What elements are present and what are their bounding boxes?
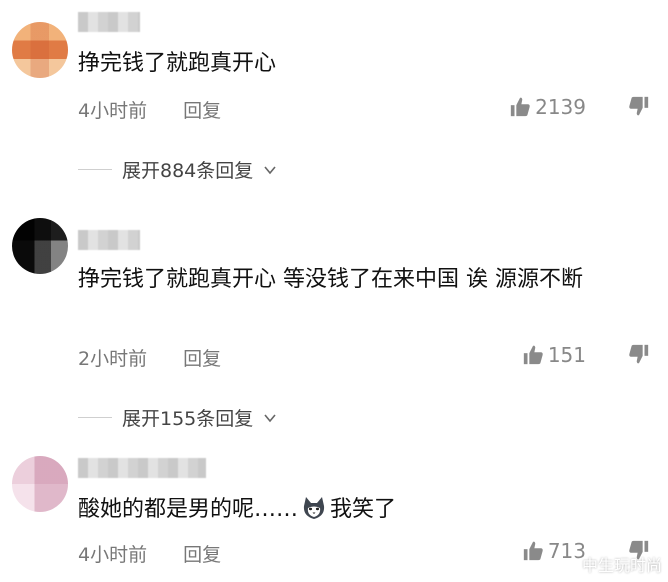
like-count: 2139: [535, 95, 586, 119]
username[interactable]: ██ ██: [78, 12, 140, 32]
comment-text: 挣完钱了就跑真开心 等没钱了在来中国 诶 源源不断: [78, 267, 583, 292]
reply-button[interactable]: 回复: [183, 100, 221, 122]
expand-replies-label: 展开884条回复: [122, 160, 254, 182]
comment-item: ██ ██ 挣完钱了就跑真开心 4小时前 回复 2139 展开884条回复: [0, 0, 668, 196]
thumb-up-icon: [523, 345, 543, 365]
avatar[interactable]: [12, 22, 68, 78]
thumb-down-icon: [629, 96, 649, 116]
username[interactable]: ██ ██ ██: [78, 458, 206, 478]
like-button[interactable]: 151: [522, 343, 586, 367]
divider: [78, 417, 112, 418]
chevron-down-icon: [264, 413, 276, 422]
thumb-down-icon: [629, 344, 649, 364]
comment-list: ██ ██ 挣完钱了就跑真开心 4小时前 回复 2139 展开884条回复: [0, 0, 668, 582]
comment-time: 4小时前: [78, 100, 148, 122]
username[interactable]: ██ ██: [78, 230, 140, 250]
like-button[interactable]: 2139: [509, 95, 586, 119]
thumb-up-icon: [510, 97, 530, 117]
reply-button[interactable]: 回复: [183, 348, 221, 370]
comment-text: 挣完钱了就跑真开心: [78, 51, 277, 76]
like-count: 151: [547, 343, 586, 367]
dislike-button[interactable]: [628, 95, 650, 121]
expand-replies-button[interactable]: 展开155条回复: [78, 404, 277, 431]
comment-text-after: 我笑了: [330, 497, 397, 522]
comment-text-before: 酸她的都是男的呢……: [78, 497, 299, 522]
divider: [78, 169, 112, 170]
watermark: 中生玩时尚: [558, 552, 662, 576]
expand-replies-label: 展开155条回复: [122, 408, 254, 430]
thumb-up-icon: [523, 541, 543, 561]
comment-text: 酸她的都是男的呢…… 我笑了: [78, 494, 638, 526]
avatar[interactable]: [12, 218, 68, 274]
comment-meta: 4小时前 回复: [78, 540, 221, 567]
weibo-logo-icon: [558, 556, 577, 573]
chevron-down-icon: [264, 165, 276, 174]
expand-replies-button[interactable]: 展开884条回复: [78, 156, 277, 183]
comment-time: 4小时前: [78, 544, 148, 566]
comment-item: ██ ██ 挣完钱了就跑真开心 等没钱了在来中国 诶 源源不断 2小时前 回复 …: [0, 196, 668, 436]
comment-meta: 2小时前 回复: [78, 344, 221, 371]
comment-meta: 4小时前 回复: [78, 96, 221, 123]
reply-button[interactable]: 回复: [183, 544, 221, 566]
comment-time: 2小时前: [78, 348, 148, 370]
dislike-button[interactable]: [628, 343, 650, 369]
watermark-text: 中生玩时尚: [581, 556, 662, 575]
avatar[interactable]: [12, 456, 68, 512]
husky-dog-emoji-icon: [303, 497, 325, 519]
